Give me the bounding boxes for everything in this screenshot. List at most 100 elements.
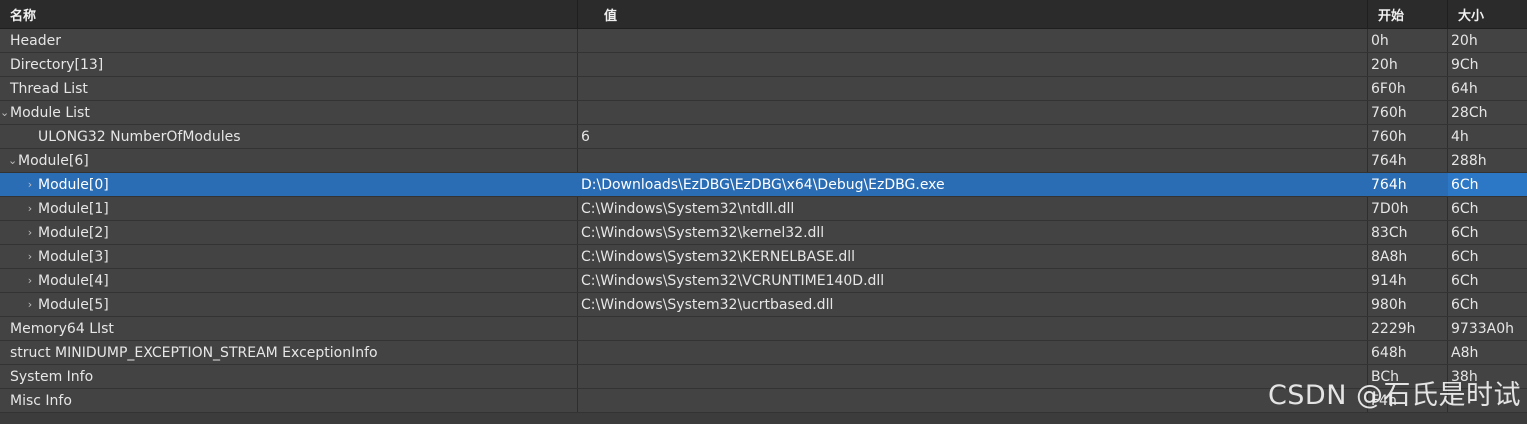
row-name-label: Misc Info bbox=[10, 392, 72, 409]
row-size-cell: 288h bbox=[1451, 152, 1487, 169]
row-name-cell: Directory[13] bbox=[0, 53, 578, 76]
row-size-cell: A8h bbox=[1451, 344, 1479, 361]
row-value-cell: D:\Downloads\EzDBG\EzDBG\x64\Debug\EzDBG… bbox=[578, 173, 1368, 196]
table-row[interactable]: › Module[2] C:\Windows\System32\kernel32.d… bbox=[0, 221, 1527, 245]
chevron-right-icon[interactable]: › bbox=[24, 178, 36, 191]
row-size-cell: 9Ch bbox=[1451, 56, 1479, 73]
row-name-cell: ULONG32 NumberOfModules bbox=[0, 125, 578, 148]
row-name-cell: › Module[4] bbox=[0, 269, 578, 292]
row-name-cell: › Module[1] bbox=[0, 197, 578, 220]
table-row[interactable]: Memory64 LIst 2229h 9733A0h bbox=[0, 317, 1527, 341]
row-value-cell bbox=[578, 53, 1368, 76]
chevron-down-icon[interactable]: ⌄ bbox=[0, 106, 9, 119]
row-name-cell: › Module[3] bbox=[0, 245, 578, 268]
row-value-cell: C:\Windows\System32\VCRUNTIME140D.dll bbox=[578, 269, 1368, 292]
template-results-table: 名称 值 开始 大小 Header 0h 20h Directory[13] 20h 9C… bbox=[0, 0, 1527, 413]
table-row[interactable]: Thread List 6F0h 64h bbox=[0, 77, 1527, 101]
row-start-cell: 648h bbox=[1368, 341, 1448, 364]
row-start-cell: 764h bbox=[1368, 173, 1448, 196]
chevron-down-icon[interactable]: ⌄ bbox=[8, 154, 17, 167]
table-row[interactable]: Header 0h 20h bbox=[0, 29, 1527, 53]
table-row[interactable]: › Module[0] D:\Downloads\EzDBG\EzDBG\x64\D… bbox=[0, 173, 1527, 197]
row-value-cell bbox=[578, 77, 1368, 100]
table-row[interactable]: ⌄ Module List 760h 28Ch bbox=[0, 101, 1527, 125]
row-name-label: Thread List bbox=[10, 80, 88, 97]
row-name-label: Module[4] bbox=[38, 272, 109, 289]
row-start-cell: 980h bbox=[1368, 293, 1448, 316]
row-start-cell: 20h bbox=[1368, 53, 1448, 76]
row-value-cell bbox=[578, 101, 1368, 124]
row-name-cell: System Info bbox=[0, 365, 578, 388]
row-size-cell: 9733A0h bbox=[1451, 320, 1514, 337]
row-name-cell: ⌄ Module List bbox=[0, 101, 578, 124]
row-name-cell: Misc Info bbox=[0, 389, 578, 412]
table-row[interactable]: Directory[13] 20h 9Ch bbox=[0, 53, 1527, 77]
row-name-label: ULONG32 NumberOfModules bbox=[38, 128, 241, 145]
row-value-cell bbox=[578, 29, 1368, 52]
row-start-cell: 914h bbox=[1368, 269, 1448, 292]
row-start-cell: 760h bbox=[1368, 101, 1448, 124]
row-start-cell: 7D0h bbox=[1368, 197, 1448, 220]
row-name-label: Module[6] bbox=[18, 152, 89, 169]
chevron-right-icon[interactable]: › bbox=[24, 298, 36, 311]
row-value-cell bbox=[578, 341, 1368, 364]
row-start-cell: 760h bbox=[1368, 125, 1448, 148]
column-header-size[interactable]: 大小 bbox=[1448, 0, 1527, 28]
row-name-cell: › Module[2] bbox=[0, 221, 578, 244]
table-row[interactable]: ULONG32 NumberOfModules 6 760h 4h bbox=[0, 125, 1527, 149]
row-value-cell bbox=[578, 365, 1368, 388]
table-row[interactable]: › Module[4] C:\Windows\System32\VCRUNTIME1… bbox=[0, 269, 1527, 293]
chevron-right-icon[interactable]: › bbox=[24, 202, 36, 215]
column-header-name[interactable]: 名称 bbox=[0, 0, 578, 28]
row-name-label: Header bbox=[10, 32, 61, 49]
csdn-watermark: CSDN @石氏是时试 bbox=[1267, 380, 1521, 411]
table-row[interactable]: › Module[1] C:\Windows\System32\ntdll.dll 7… bbox=[0, 197, 1527, 221]
row-start-cell: 8A8h bbox=[1368, 245, 1448, 268]
row-size-cell: 6Ch bbox=[1451, 224, 1479, 241]
row-start-cell: 83Ch bbox=[1368, 221, 1448, 244]
table-header: 名称 值 开始 大小 bbox=[0, 0, 1527, 29]
table-row[interactable]: struct MINIDUMP_EXCEPTION_STREAM Excepti… bbox=[0, 341, 1527, 365]
row-name-label: Module[3] bbox=[38, 248, 109, 265]
row-name-cell: ⌄ Module[6] bbox=[0, 149, 578, 172]
row-size-cell: 6Ch bbox=[1451, 248, 1479, 265]
row-name-cell: Memory64 LIst bbox=[0, 317, 578, 340]
row-name-cell: Header bbox=[0, 29, 578, 52]
row-size-cell: 64h bbox=[1451, 80, 1478, 97]
column-header-value[interactable]: 值 bbox=[578, 0, 1368, 28]
row-value-cell: C:\Windows\System32\KERNELBASE.dll bbox=[578, 245, 1368, 268]
table-row[interactable]: › Module[5] C:\Windows\System32\ucrtbased.… bbox=[0, 293, 1527, 317]
chevron-right-icon[interactable]: › bbox=[24, 274, 36, 287]
chevron-right-icon[interactable]: › bbox=[24, 250, 36, 263]
row-value-cell bbox=[578, 149, 1368, 172]
row-size-cell: 6Ch bbox=[1451, 272, 1479, 289]
chevron-right-icon[interactable]: › bbox=[24, 226, 36, 239]
row-name-cell: › Module[5] bbox=[0, 293, 578, 316]
row-size-cell: 6Ch bbox=[1448, 173, 1527, 196]
row-value-cell: C:\Windows\System32\ntdll.dll bbox=[578, 197, 1368, 220]
row-name-label: System Info bbox=[10, 368, 94, 385]
row-value-cell bbox=[578, 317, 1368, 340]
row-start-cell: 0h bbox=[1368, 29, 1448, 52]
row-value-cell: C:\Windows\System32\ucrtbased.dll bbox=[578, 293, 1368, 316]
row-name-label: Module List bbox=[10, 104, 90, 121]
row-name-label: Module[1] bbox=[38, 200, 109, 217]
table-body: Header 0h 20h Directory[13] 20h 9Ch Thread Lis… bbox=[0, 29, 1527, 413]
row-start-cell: 6F0h bbox=[1368, 77, 1448, 100]
row-name-label: Module[5] bbox=[38, 296, 109, 313]
column-header-start[interactable]: 开始 bbox=[1368, 0, 1448, 28]
row-size-cell: 28Ch bbox=[1451, 104, 1488, 121]
row-size-cell: 20h bbox=[1451, 32, 1478, 49]
table-row[interactable]: › Module[3] C:\Windows\System32\KERNELBASE… bbox=[0, 245, 1527, 269]
row-name-label: Module[0] bbox=[38, 176, 109, 193]
table-row[interactable]: ⌄ Module[6] 764h 288h bbox=[0, 149, 1527, 173]
row-name-cell: › Module[0] bbox=[0, 173, 578, 196]
row-name-label: Directory[13] bbox=[10, 56, 104, 73]
row-name-cell: Thread List bbox=[0, 77, 578, 100]
row-start-cell: 2229h bbox=[1368, 317, 1448, 340]
row-size-cell: 6Ch bbox=[1451, 200, 1479, 217]
row-name-label: struct MINIDUMP_EXCEPTION_STREAM Excepti… bbox=[10, 344, 378, 361]
row-size-cell: 4h bbox=[1451, 128, 1469, 145]
row-value-cell: 6 bbox=[578, 125, 1368, 148]
row-name-label: Memory64 LIst bbox=[10, 320, 114, 337]
